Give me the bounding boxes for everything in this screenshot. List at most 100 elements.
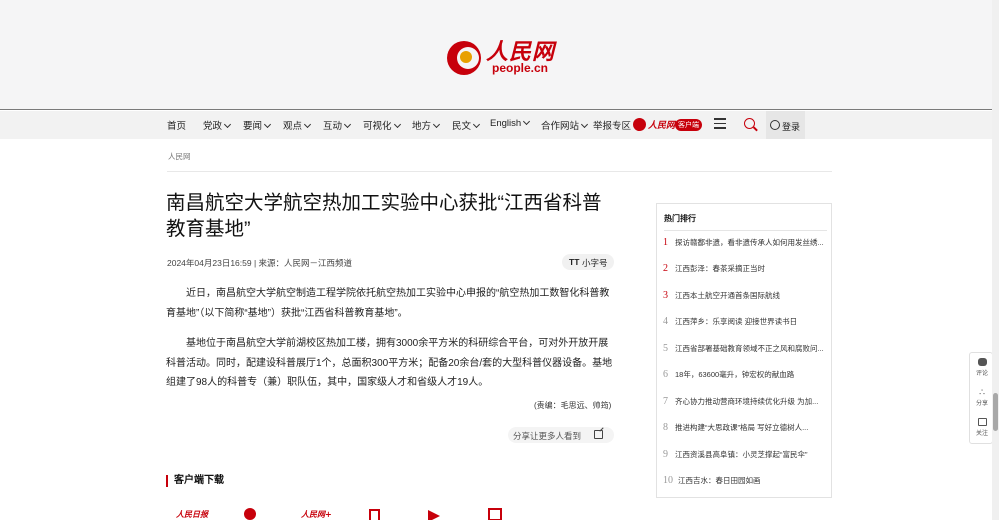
main-nav: 首页 党政 要闻 观点 互动 可视化 地方 民文 English 合作网站 举报… [0, 111, 999, 139]
breadcrumb[interactable]: 人民网 [168, 151, 191, 162]
hot-rank: 6 [663, 369, 668, 380]
login-button[interactable]: 登录 [766, 111, 805, 139]
play-app-icon[interactable] [428, 510, 440, 520]
chevron-down-icon [580, 120, 589, 129]
chevron-down-icon [343, 120, 352, 129]
nav-opinion[interactable]: 观点 [283, 118, 312, 132]
divider [167, 171, 832, 172]
hot-rank: 10 [663, 475, 673, 486]
hot-title: 探访赣鄱非遗，看非遗传承人如何用发丝绣... [675, 238, 824, 247]
nav-visual[interactable]: 可视化 [363, 118, 401, 132]
article-paragraph: 基地位于南昌航空大学前湖校区热加工楼，拥有3000余平方米的科研综合平台，可对外… [166, 338, 613, 388]
hot-rank: 3 [663, 290, 668, 301]
hot-item[interactable]: 10 江西吉水：春日田园如画 [663, 475, 825, 489]
share-side-button[interactable]: ∴ 分享 [970, 385, 994, 413]
hot-title: 江西本土航空开通首条国际航线 [675, 291, 780, 300]
comment-button[interactable]: 评论 [970, 355, 994, 383]
comment-label: 评论 [975, 371, 988, 377]
share-label: 分享让更多人看到 [513, 431, 582, 441]
hot-title: 18年，63600毫升，钟宏权的献血路 [675, 370, 795, 379]
nav-home[interactable]: 首页 [167, 118, 186, 132]
nav-label: English [490, 118, 522, 129]
hot-rank: 1 [663, 237, 668, 248]
people-app-icon[interactable] [244, 508, 256, 520]
share-side-label: 分享 [975, 401, 988, 407]
app-download-link[interactable]: 人民网+ 客户端 [633, 117, 703, 133]
hot-title: 江西萍乡：乐享阅读 迎接世界读书日 [675, 317, 798, 326]
search-icon[interactable] [744, 118, 755, 129]
hot-item[interactable]: 3 江西本土航空开通首条国际航线 [663, 290, 825, 304]
external-share-icon [594, 430, 603, 439]
article-paragraph: 近日，南昌航空大学航空制造工程学院依托航空热加工实验中心申报的“航空热加工数智化… [166, 288, 610, 319]
nav-label: 地方 [412, 121, 432, 132]
hot-item[interactable]: 7 齐心协力推动营商环境持续优化升级 为加... [663, 396, 825, 410]
app-icon[interactable] [369, 509, 380, 520]
nav-label: 要闻 [243, 121, 263, 132]
hot-item[interactable]: 8 推进构建“大思政课”格局 写好立德树人... [663, 422, 825, 436]
hot-title: 江西吉水：春日田园如画 [678, 476, 761, 485]
chevron-down-icon [523, 117, 531, 126]
hot-item[interactable]: 6 18年，63600毫升，钟宏权的献血路 [663, 369, 825, 383]
comment-icon [977, 358, 987, 366]
share-button[interactable]: 分享让更多人看到 [508, 427, 614, 443]
nav-interact[interactable]: 互动 [323, 118, 352, 132]
hot-title: 江西彭泽：春茶采摘正当时 [675, 264, 765, 273]
nav-label: 观点 [283, 121, 303, 132]
hot-ranking-title: 热门排行 [664, 214, 696, 223]
hot-item[interactable]: 9 江西资溪县高阜镇：小灵芝撑起“富民伞” [663, 449, 825, 463]
nav-report[interactable]: 举报专区 [593, 118, 631, 132]
nav-ethnic[interactable]: 民文 [452, 118, 481, 132]
font-size-icon: TT [569, 257, 580, 267]
article-meta: 2024年04月23日16:59 | 来源：人民网－江西频道 [167, 258, 353, 268]
login-label: 登录 [782, 122, 801, 132]
app-icon[interactable] [488, 508, 502, 520]
people-daily-app-logo[interactable]: 人民日报 [176, 509, 208, 520]
floating-action-bar: 评论 ∴ 分享 关注 [969, 352, 993, 444]
people-plus-app-logo[interactable]: 人民网+ [301, 509, 332, 520]
font-size-label: 小字号 [582, 258, 608, 268]
hot-ranking-panel: 热门排行 1 探访赣鄱非遗，看非遗传承人如何用发丝绣... 2 江西彭泽：春茶采摘正… [656, 203, 832, 498]
people-logo[interactable]: 人民网 people.cn [444, 36, 564, 80]
people-logo-mark-icon [447, 41, 481, 75]
nav-english[interactable]: English [490, 117, 531, 129]
client-download-list: 人民日报 人民网+ [166, 505, 526, 520]
nav-label: 举报专区 [593, 121, 632, 132]
chevron-down-icon [263, 120, 272, 129]
chevron-down-icon [432, 120, 441, 129]
hot-item[interactable]: 5 江西省部署基础教育领域不正之风和腐败问... [663, 343, 825, 357]
site-header: 人民网 people.cn [0, 0, 999, 110]
app-badge: 客户端 [675, 119, 702, 131]
nav-partners[interactable]: 合作网站 [541, 118, 589, 132]
chevron-down-icon [393, 120, 401, 129]
hot-title: 推进构建“大思政课”格局 写好立德树人... [675, 423, 809, 432]
nav-news[interactable]: 要闻 [243, 118, 272, 132]
page-scrollbar[interactable] [992, 0, 999, 520]
nav-party[interactable]: 党政 [203, 118, 232, 132]
hot-rank: 4 [663, 316, 668, 327]
logo-english-text: people.cn [492, 61, 549, 75]
divider [664, 230, 827, 231]
scrollbar-thumb[interactable] [993, 393, 998, 431]
client-download-title: 客户端下载 [166, 475, 224, 487]
hot-title: 江西资溪县高阜镇：小灵芝撑起“富民伞” [675, 450, 808, 459]
user-icon [770, 120, 780, 130]
follow-label: 关注 [975, 431, 988, 437]
people-app-icon [633, 118, 646, 131]
hot-rank: 2 [663, 263, 668, 274]
hot-item[interactable]: 2 江西彭泽：春茶采摘正当时 [663, 263, 825, 277]
nav-label: 民文 [452, 121, 472, 132]
menu-icon[interactable] [714, 118, 726, 129]
hot-item[interactable]: 1 探访赣鄱非遗，看非遗传承人如何用发丝绣... [663, 237, 825, 251]
article-editor: (责编：毛思远、帅筠) [534, 401, 612, 410]
nav-local[interactable]: 地方 [412, 118, 441, 132]
font-size-toggle[interactable]: TT 小字号 [562, 254, 614, 270]
nav-label: 可视化 [363, 121, 392, 132]
share-icon: ∴ [979, 387, 985, 397]
nav-label: 合作网站 [541, 121, 580, 132]
chevron-down-icon [472, 120, 481, 129]
follow-button[interactable]: 关注 [970, 415, 994, 443]
hot-item[interactable]: 4 江西萍乡：乐享阅读 迎接世界读书日 [663, 316, 825, 330]
nav-label: 党政 [203, 121, 223, 132]
hot-title: 江西省部署基础教育领域不正之风和腐败问... [675, 344, 824, 353]
hot-rank: 5 [663, 343, 668, 354]
